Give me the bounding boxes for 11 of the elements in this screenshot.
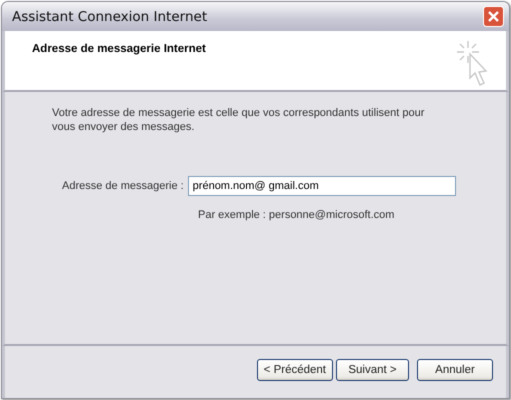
sparkle-cursor-icon xyxy=(456,40,490,88)
email-field[interactable]: prénom.nom@ gmail.com xyxy=(188,176,456,196)
wizard-button[interactable]: < Précédent xyxy=(256,359,333,381)
close-icon[interactable] xyxy=(483,6,504,27)
page-heading: Adresse de messagerie Internet xyxy=(32,43,206,57)
wizard-button[interactable]: Annuler xyxy=(417,359,493,381)
example-text: Par exemple : personne@microsoft.com xyxy=(198,209,396,221)
intro-text: Votre adresse de messagerie est celle que vos correspondants utilisent pour vous envoyer des messages. xyxy=(52,106,426,134)
wizard-button[interactable]: Suivant > xyxy=(336,359,409,381)
field-label: Adresse de messagerie : xyxy=(62,180,184,192)
window-title: Assistant Connexion Internet xyxy=(12,8,208,24)
